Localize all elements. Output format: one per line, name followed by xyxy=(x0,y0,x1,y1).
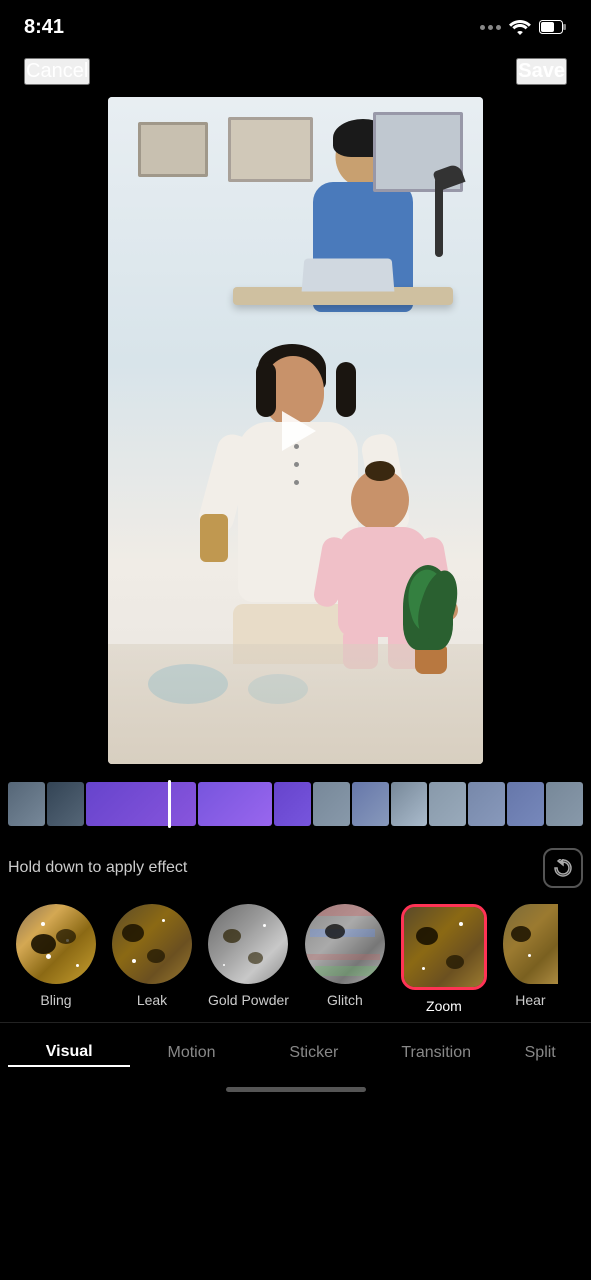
frame-5 xyxy=(313,782,350,826)
hold-down-text: Hold down to apply effect xyxy=(8,859,187,877)
undo-icon xyxy=(554,859,572,877)
hear-label: Hear xyxy=(515,992,545,1008)
timeline-frames xyxy=(8,782,583,826)
hold-down-row: Hold down to apply effect xyxy=(0,836,591,896)
battery-icon xyxy=(539,20,567,34)
hear-thumb xyxy=(503,904,558,984)
gold-powder-thumb xyxy=(208,904,288,984)
header: Cancel Save xyxy=(0,50,591,97)
zoom-thumb xyxy=(401,904,487,990)
signal-icon xyxy=(480,25,501,30)
status-bar: 8:41 xyxy=(0,0,591,50)
effect-gold-powder[interactable]: Gold Powder xyxy=(208,904,289,1008)
video-preview[interactable] xyxy=(108,97,483,764)
timeline-strip[interactable] xyxy=(8,780,583,828)
leak-label: Leak xyxy=(137,992,167,1008)
zoom-label: Zoom xyxy=(426,998,462,1014)
frame-7 xyxy=(391,782,428,826)
frame-2 xyxy=(86,782,197,826)
frame-4 xyxy=(274,782,311,826)
gold-powder-label: Gold Powder xyxy=(208,992,289,1008)
frame-0 xyxy=(8,782,45,826)
play-button[interactable] xyxy=(266,401,326,461)
effect-zoom[interactable]: Zoom xyxy=(401,904,487,1014)
save-button[interactable]: Save xyxy=(516,58,567,85)
bottom-tabs: Visual Motion Sticker Transition Split xyxy=(0,1022,591,1075)
glitch-thumb xyxy=(305,904,385,984)
effect-bling[interactable]: Bling xyxy=(16,904,96,1008)
tab-sticker[interactable]: Sticker xyxy=(253,1040,375,1066)
effect-glitch[interactable]: Glitch xyxy=(305,904,385,1008)
frame-1 xyxy=(47,782,84,826)
effects-row: Bling Leak Gold Powder xyxy=(0,896,591,1022)
frame-9 xyxy=(468,782,505,826)
bling-thumb xyxy=(16,904,96,984)
leak-thumb xyxy=(112,904,192,984)
timeline-section xyxy=(0,764,591,836)
play-icon xyxy=(282,411,316,451)
frame-6 xyxy=(352,782,389,826)
tab-transition[interactable]: Transition xyxy=(375,1040,497,1066)
tab-split[interactable]: Split xyxy=(497,1040,583,1066)
tab-motion[interactable]: Motion xyxy=(130,1040,252,1066)
status-time: 8:41 xyxy=(24,16,64,39)
home-indicator xyxy=(226,1087,366,1092)
frame-8 xyxy=(429,782,466,826)
tab-visual[interactable]: Visual xyxy=(8,1039,130,1067)
status-icons xyxy=(480,19,567,35)
glitch-label: Glitch xyxy=(327,992,363,1008)
effect-hear[interactable]: Hear xyxy=(503,904,558,1008)
frame-11 xyxy=(546,782,583,826)
effect-leak[interactable]: Leak xyxy=(112,904,192,1008)
frame-10 xyxy=(507,782,544,826)
timeline-indicator xyxy=(168,780,171,828)
frame-3 xyxy=(198,782,272,826)
cancel-button[interactable]: Cancel xyxy=(24,58,90,85)
wifi-icon xyxy=(509,19,531,35)
undo-button[interactable] xyxy=(543,848,583,888)
bling-label: Bling xyxy=(40,992,71,1008)
